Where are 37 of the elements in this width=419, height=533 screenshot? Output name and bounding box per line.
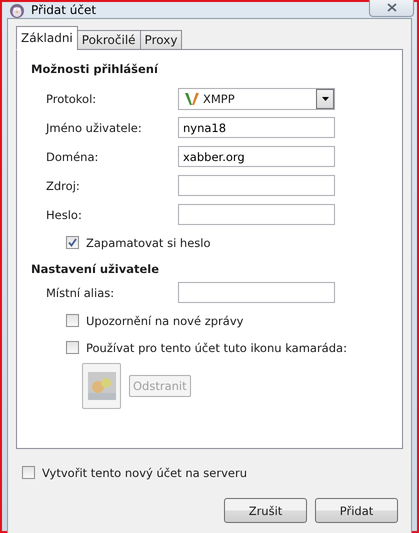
dialog-button[interactable]: Přidat [315, 498, 398, 523]
input-field[interactable]: xabber.org [178, 146, 335, 167]
tab[interactable]: Pokročilé [76, 30, 141, 50]
close-button[interactable] [369, 0, 414, 17]
caret-icon [322, 96, 328, 100]
dropdown-value: XMPP [203, 92, 236, 106]
dropdown-arrow-button[interactable] [316, 88, 334, 108]
penguin-icon [9, 2, 25, 18]
checkbox-label: Upozornění na nové zprávy [86, 314, 244, 328]
checkbox-label: Zapamatovat si heslo [86, 236, 211, 250]
close-icon [386, 2, 396, 12]
section-heading: Nastavení uživatele [31, 262, 160, 276]
input-field[interactable] [178, 282, 335, 303]
section-heading: Možnosti přihlášení [31, 62, 160, 76]
field-label: Zdroj: [46, 178, 81, 192]
input-field[interactable] [178, 175, 335, 196]
field-label: Místní alias: [46, 286, 116, 300]
field-label: Doména: [46, 150, 100, 164]
tab[interactable]: Základni [16, 26, 78, 50]
field-label: Protokol: [46, 92, 98, 106]
field-label: Heslo: [46, 208, 83, 222]
protocol-logo-icon [185, 92, 199, 104]
image-placeholder-icon [88, 372, 116, 400]
input-field[interactable]: nyna18 [178, 117, 335, 138]
checkbox-label: Vytvořit tento nový účet na serveru [42, 466, 248, 480]
protocol-dropdown[interactable]: XMPP [178, 88, 335, 110]
field-label: Jméno uživatele: [46, 120, 143, 134]
dialog-button[interactable]: Zrušit [224, 498, 307, 523]
window-title: Přidat účet [31, 3, 98, 17]
checkbox[interactable] [66, 341, 79, 354]
checkbox[interactable] [66, 236, 79, 249]
input-field[interactable] [178, 204, 335, 225]
buddy-icon-button[interactable] [82, 363, 121, 409]
checkbox-label: Používat pro tento účet tuto ikonu kamaráda: [86, 340, 347, 354]
tab[interactable]: Proxy [140, 30, 182, 50]
checkbox[interactable] [66, 314, 79, 327]
checkbox[interactable] [22, 466, 35, 479]
